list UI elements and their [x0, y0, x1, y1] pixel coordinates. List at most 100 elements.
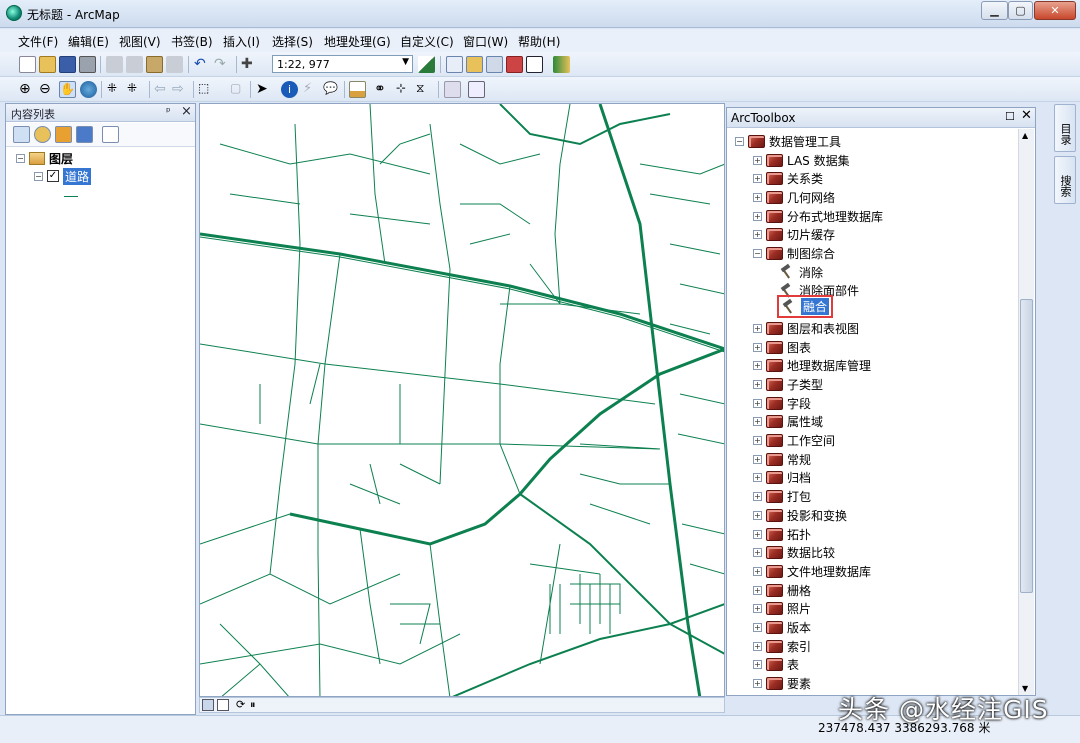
toolbox-item[interactable]: + 数据比较 [753, 544, 835, 562]
toolbox-item[interactable]: + 照片 [753, 600, 811, 618]
toolbox-item[interactable]: + 字段 [753, 394, 811, 412]
collapse-icon[interactable]: − [735, 136, 744, 146]
toolbox-item[interactable]: − 制图综合 [753, 245, 835, 263]
find-icon[interactable]: ⚭ [374, 81, 391, 98]
toolbox-item[interactable]: + 表 [753, 656, 799, 674]
new-document-icon[interactable] [19, 56, 36, 73]
hyperlink-icon[interactable]: ⚡ [303, 81, 320, 98]
tool-item[interactable]: 融合 [777, 295, 834, 319]
menu-bookmarks[interactable]: 书签(B) [171, 33, 213, 50]
toolbox-item[interactable]: + 切片缓存 [753, 226, 835, 244]
expand-icon[interactable]: + [753, 230, 762, 240]
table-icon[interactable] [446, 56, 463, 73]
menu-windows[interactable]: 窗口(W) [463, 33, 508, 50]
layer-label[interactable]: 道路 [63, 167, 92, 185]
paste-icon[interactable] [146, 56, 163, 73]
expand-icon[interactable]: + [753, 436, 762, 445]
toolbox-item[interactable]: + 栅格 [753, 581, 811, 599]
open-folder-icon[interactable] [39, 56, 56, 73]
tool-item[interactable]: 消除 [779, 263, 823, 281]
toolbox-item[interactable]: + 关系类 [753, 170, 823, 188]
editor-icon[interactable] [418, 56, 435, 73]
toolbox-item[interactable]: + 索引 [753, 637, 811, 655]
clear-selection-icon[interactable]: ▢ [230, 81, 247, 98]
road-network-map[interactable] [200, 104, 725, 697]
magnifier-icon[interactable] [468, 81, 485, 98]
toolbox-item[interactable]: + 版本 [753, 619, 811, 637]
toolbox-item[interactable]: + LAS 数据集 [753, 151, 850, 169]
expand-icon[interactable]: + [753, 585, 762, 595]
expand-icon[interactable]: + [753, 211, 762, 221]
measure-icon[interactable] [349, 81, 366, 98]
collapse-icon[interactable]: − [753, 249, 762, 258]
collapse-icon[interactable]: − [34, 171, 43, 181]
pause-drawing-icon[interactable]: ⏸ [250, 698, 256, 712]
fixed-zoom-out-icon[interactable]: ⁜ [127, 81, 144, 98]
close-button[interactable]: ✕ [1034, 1, 1076, 20]
visibility-checkbox[interactable]: ✓ [47, 170, 59, 182]
toolbox-item[interactable]: + 子类型 [753, 375, 823, 393]
expand-icon[interactable]: + [753, 679, 762, 689]
toolbox-item[interactable]: + 拓扑 [753, 525, 811, 543]
list-by-selection-icon[interactable] [76, 126, 93, 143]
back-icon[interactable]: ⇦ [154, 81, 171, 98]
menu-help[interactable]: 帮助(H) [518, 33, 560, 50]
expand-icon[interactable]: + [753, 454, 762, 464]
time-slider-icon[interactable]: ⧖ [416, 81, 433, 98]
menu-insert[interactable]: 插入(I) [223, 33, 260, 50]
pan-icon[interactable]: ✋ [59, 81, 76, 98]
expand-icon[interactable]: + [753, 660, 762, 670]
python-window-icon[interactable] [526, 56, 543, 73]
expand-icon[interactable]: + [753, 323, 762, 333]
scroll-thumb[interactable] [1020, 299, 1033, 593]
minimize-button[interactable]: ▁ [981, 1, 1008, 20]
menu-edit[interactable]: 编辑(E) [68, 33, 109, 50]
go-to-xy-icon[interactable]: ⊹ [396, 81, 413, 98]
expand-icon[interactable]: + [753, 379, 762, 389]
list-by-drawing-order-icon[interactable] [13, 126, 30, 143]
panel-close-icon[interactable]: ✕ [1021, 108, 1032, 123]
expand-icon[interactable]: + [753, 492, 762, 502]
toolbox-item[interactable]: + 要素 [753, 675, 811, 693]
root-toolbox[interactable]: − 数据管理工具 [735, 132, 841, 150]
expand-icon[interactable]: + [753, 342, 762, 352]
expand-icon[interactable]: + [753, 192, 762, 202]
select-elements-icon[interactable]: ➤ [256, 81, 273, 98]
menu-file[interactable]: 文件(F) [18, 33, 58, 50]
add-data-icon[interactable]: ✚ [241, 56, 258, 73]
scroll-up-icon[interactable]: ▲ [1022, 131, 1028, 140]
expand-icon[interactable]: + [753, 623, 762, 632]
catalog-tab[interactable]: 目录 [1054, 104, 1076, 152]
expand-icon[interactable]: + [753, 174, 762, 184]
expand-icon[interactable]: + [753, 529, 762, 539]
highlighted-tool[interactable]: 融合 [777, 295, 834, 319]
html-popup-icon[interactable]: 💬 [323, 81, 340, 98]
select-features-icon[interactable]: ⬚ [198, 81, 215, 98]
layout-view-icon[interactable] [217, 699, 229, 711]
save-icon[interactable] [59, 56, 76, 73]
toolbox-item[interactable]: + 常规 [753, 450, 811, 468]
undo-icon[interactable]: ↶ [194, 56, 211, 73]
expand-icon[interactable]: + [753, 548, 762, 558]
toolbox-item[interactable]: + 打包 [753, 488, 811, 506]
toolbox-item[interactable]: + 分布式地理数据库 [753, 207, 883, 225]
expand-icon[interactable]: + [753, 510, 762, 520]
print-icon[interactable] [79, 56, 96, 73]
toolbox-item[interactable]: + 几何网络 [753, 188, 835, 206]
search-window-icon[interactable] [486, 56, 503, 73]
fixed-zoom-in-icon[interactable]: ⁜ [107, 81, 124, 98]
list-by-source-icon[interactable] [34, 126, 51, 143]
identify-icon[interactable]: i [281, 81, 298, 98]
modelbuilder-icon[interactable] [553, 56, 570, 73]
menu-geoprocessing[interactable]: 地理处理(G) [324, 33, 391, 50]
search-tab[interactable]: 搜索 [1054, 156, 1076, 204]
toolbox-item[interactable]: + 投影和变换 [753, 506, 847, 524]
delete-icon[interactable] [166, 56, 183, 73]
toc-close-icon[interactable]: × [181, 104, 192, 119]
toolbox-item[interactable]: + 工作空间 [753, 432, 835, 450]
toolbox-item[interactable]: + 地理数据库管理 [753, 357, 871, 375]
create-viewer-window-icon[interactable] [444, 81, 461, 98]
scrollbar[interactable]: ▲ ▼ [1018, 129, 1034, 695]
toolbox-item[interactable]: + 图层和表视图 [753, 319, 859, 337]
copy-icon[interactable] [126, 56, 143, 73]
